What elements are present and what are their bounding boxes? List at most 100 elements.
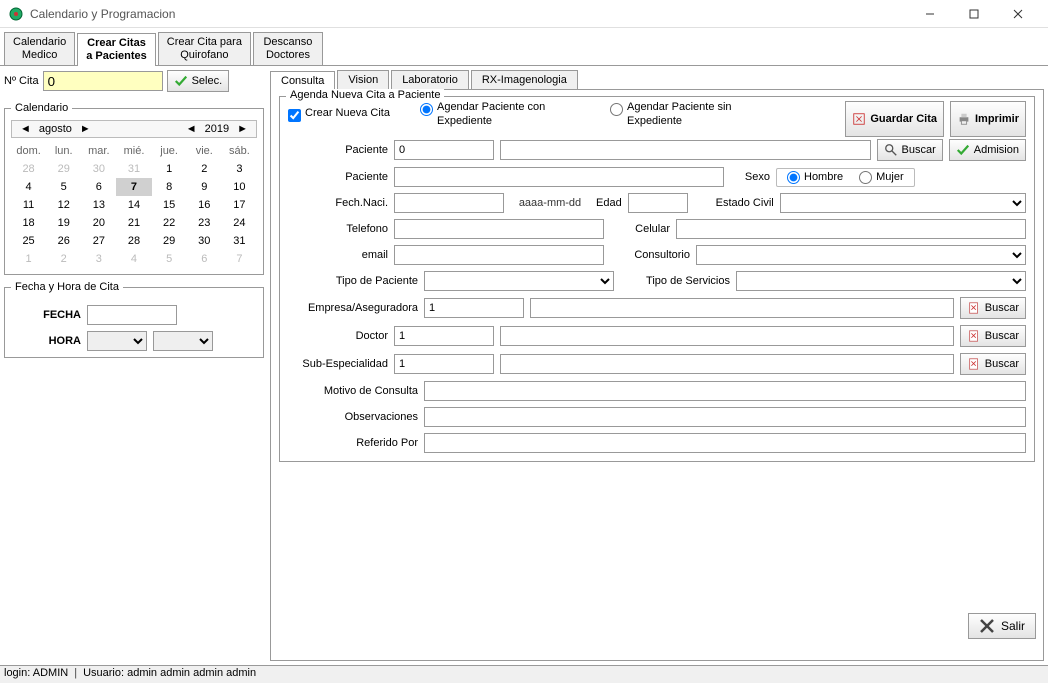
cal-day[interactable]: 2 xyxy=(46,250,81,268)
main-tab-0[interactable]: CalendarioMedico xyxy=(4,32,75,65)
main-tab-3[interactable]: DescansoDoctores xyxy=(253,32,323,65)
selec-button[interactable]: Selec. xyxy=(167,70,230,92)
observ-input[interactable] xyxy=(424,407,1026,427)
cal-day[interactable]: 28 xyxy=(11,160,46,178)
cal-day[interactable]: 3 xyxy=(222,160,257,178)
estadocivil-select[interactable] xyxy=(780,193,1026,213)
cal-day[interactable]: 8 xyxy=(152,178,187,196)
detail-tab-3[interactable]: RX-Imagenologia xyxy=(471,70,578,89)
tiposervicios-select[interactable] xyxy=(736,271,1026,291)
cal-day[interactable]: 24 xyxy=(222,214,257,232)
edad-input[interactable] xyxy=(628,193,688,213)
salir-button[interactable]: Salir xyxy=(968,613,1036,639)
cal-day[interactable]: 7 xyxy=(222,250,257,268)
paciente-name-input[interactable] xyxy=(500,140,871,160)
buscar-doctor-button[interactable]: Buscar xyxy=(960,325,1026,347)
cal-day[interactable]: 29 xyxy=(46,160,81,178)
imprimir-button[interactable]: Imprimir xyxy=(950,101,1026,137)
cal-day[interactable]: 12 xyxy=(46,196,81,214)
opt-crear-nueva[interactable]: Crear Nueva Cita xyxy=(288,107,390,122)
main-tab-1[interactable]: Crear Citasa Pacientes xyxy=(77,33,156,66)
cal-day[interactable]: 14 xyxy=(116,196,151,214)
fecha-input[interactable] xyxy=(87,305,177,325)
cal-day[interactable]: 15 xyxy=(152,196,187,214)
cal-prev-year[interactable]: ◄ xyxy=(182,123,201,135)
cal-day[interactable]: 27 xyxy=(81,232,116,250)
cal-day[interactable]: 31 xyxy=(222,232,257,250)
subesp-name-input[interactable] xyxy=(500,354,954,374)
cal-day[interactable]: 4 xyxy=(116,250,151,268)
opt-con-expediente[interactable]: Agendar Paciente con Expediente xyxy=(420,101,580,127)
close-button[interactable] xyxy=(996,0,1040,28)
cal-day[interactable]: 5 xyxy=(46,178,81,196)
tipopaciente-select[interactable] xyxy=(424,271,614,291)
consultorio-select[interactable] xyxy=(696,245,1026,265)
cal-day[interactable]: 10 xyxy=(222,178,257,196)
cal-day[interactable]: 30 xyxy=(187,232,222,250)
cal-prev-month[interactable]: ◄ xyxy=(16,123,35,135)
cal-day[interactable]: 16 xyxy=(187,196,222,214)
cal-day[interactable]: 18 xyxy=(11,214,46,232)
admision-button[interactable]: Admision xyxy=(949,139,1026,161)
paciente-fullname-input[interactable] xyxy=(394,167,724,187)
celular-input[interactable] xyxy=(676,219,1026,239)
cal-day[interactable]: 1 xyxy=(152,160,187,178)
cal-day[interactable]: 31 xyxy=(116,160,151,178)
buscar-subesp-button[interactable]: Buscar xyxy=(960,353,1026,375)
minimize-button[interactable] xyxy=(908,0,952,28)
doctor-id-input[interactable] xyxy=(394,326,494,346)
fechnaci-input[interactable] xyxy=(394,193,504,213)
cal-day[interactable]: 3 xyxy=(81,250,116,268)
motivo-input[interactable] xyxy=(424,381,1026,401)
cal-day[interactable]: 11 xyxy=(11,196,46,214)
cal-day[interactable]: 6 xyxy=(187,250,222,268)
numcita-input[interactable] xyxy=(43,71,163,91)
telefono-input[interactable] xyxy=(394,219,604,239)
cal-day[interactable]: 2 xyxy=(187,160,222,178)
cal-day[interactable]: 13 xyxy=(81,196,116,214)
cal-day[interactable]: 4 xyxy=(11,178,46,196)
email-input[interactable] xyxy=(394,245,604,265)
opt-sin-expediente[interactable]: Agendar Paciente sin Expediente xyxy=(610,101,770,127)
cal-day[interactable]: 21 xyxy=(116,214,151,232)
cal-day[interactable]: 17 xyxy=(222,196,257,214)
detail-tab-0[interactable]: Consulta xyxy=(270,71,335,90)
detail-tab-1[interactable]: Vision xyxy=(337,70,389,89)
buscar-paciente-button[interactable]: Buscar xyxy=(877,139,943,161)
cal-day[interactable]: 7 xyxy=(116,178,151,196)
detail-tab-2[interactable]: Laboratorio xyxy=(391,70,469,89)
empresa-name-input[interactable] xyxy=(530,298,954,318)
cal-day[interactable]: 30 xyxy=(81,160,116,178)
sexo-hombre[interactable]: Hombre xyxy=(787,171,843,184)
cal-day[interactable]: 26 xyxy=(46,232,81,250)
buscar-empresa-button[interactable]: Buscar xyxy=(960,297,1026,319)
main-tab-2[interactable]: Crear Cita paraQuirofano xyxy=(158,32,251,65)
referido-input[interactable] xyxy=(424,433,1026,453)
guardar-button[interactable]: Guardar Cita xyxy=(845,101,944,137)
cal-next-month[interactable]: ► xyxy=(76,123,95,135)
maximize-button[interactable] xyxy=(952,0,996,28)
doctor-name-input[interactable] xyxy=(500,326,954,346)
subesp-id-input[interactable] xyxy=(394,354,494,374)
cal-day[interactable]: 1 xyxy=(11,250,46,268)
hora-hour-select[interactable] xyxy=(87,331,147,351)
empresa-id-input[interactable] xyxy=(424,298,524,318)
opt-conexp-radio[interactable] xyxy=(420,103,433,116)
opt-crear-checkbox[interactable] xyxy=(288,109,301,122)
cal-day[interactable]: 29 xyxy=(152,232,187,250)
cal-day[interactable]: 23 xyxy=(187,214,222,232)
cal-day[interactable]: 19 xyxy=(46,214,81,232)
hora-min-select[interactable] xyxy=(153,331,213,351)
cal-next-year[interactable]: ► xyxy=(233,123,252,135)
cal-day[interactable]: 25 xyxy=(11,232,46,250)
cal-day[interactable]: 20 xyxy=(81,214,116,232)
cal-day[interactable]: 6 xyxy=(81,178,116,196)
fechahora-group: Fecha y Hora de Cita FECHA HORA xyxy=(4,281,264,358)
opt-sinexp-radio[interactable] xyxy=(610,103,623,116)
cal-day[interactable]: 5 xyxy=(152,250,187,268)
sexo-mujer[interactable]: Mujer xyxy=(859,171,904,184)
cal-day[interactable]: 22 xyxy=(152,214,187,232)
paciente-id-input[interactable] xyxy=(394,140,494,160)
cal-day[interactable]: 28 xyxy=(116,232,151,250)
cal-day[interactable]: 9 xyxy=(187,178,222,196)
